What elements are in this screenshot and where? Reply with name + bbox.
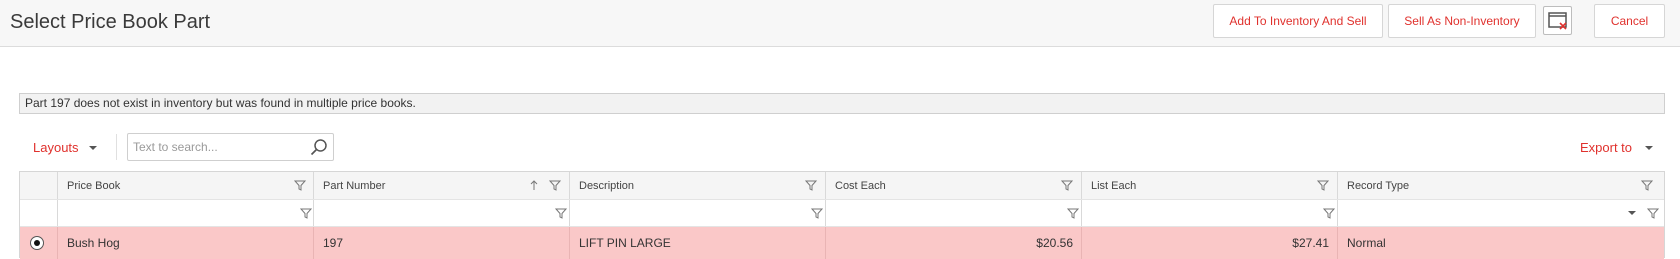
grid-header-row: Price Book Part Number Description Cost … [20,172,1664,200]
cancel-button[interactable]: Cancel [1594,4,1665,38]
cell-cost-each: $20.56 [826,227,1082,259]
column-header-list-each[interactable]: List Each [1082,172,1338,199]
price-book-value: Bush Hog [67,236,120,250]
filter-cell-cost-each[interactable] [826,200,1082,226]
table-row[interactable]: Bush Hog 197 LIFT PIN LARGE $20.56 $27.4… [20,227,1664,259]
page-title: Select Price Book Part [10,11,211,33]
filter-icon[interactable] [300,208,312,219]
export-dropdown[interactable]: Export to [1580,140,1632,155]
toolbar-divider [116,134,117,160]
window-close-icon [1548,12,1567,30]
cell-record-type: Normal [1338,227,1664,259]
filter-icon[interactable] [1647,208,1659,219]
filter-cell-select [20,200,58,226]
filter-icon[interactable] [805,180,817,191]
row-select-cell[interactable] [20,227,58,259]
column-header-label: Cost Each [835,180,886,192]
export-chevron-down-icon[interactable] [1645,146,1653,150]
column-header-label: Part Number [323,180,386,192]
search-box [127,133,334,161]
column-header-record-type[interactable]: Record Type [1338,172,1664,199]
close-window-button[interactable] [1543,6,1572,35]
chevron-down-icon[interactable] [1628,211,1636,215]
cell-price-book: Bush Hog [58,227,314,259]
list-each-value: $27.41 [1292,236,1329,250]
column-header-label: Description [579,180,635,192]
cost-each-value: $20.56 [1036,236,1073,250]
filter-icon[interactable] [1317,180,1329,191]
filter-icon[interactable] [549,180,561,191]
filter-cell-list-each[interactable] [1082,200,1338,226]
column-header-label: Record Type [1347,180,1410,192]
filter-cell-record-type[interactable] [1338,200,1664,226]
column-header-part-number[interactable]: Part Number [314,172,570,199]
filter-cell-price-book[interactable] [58,200,314,226]
column-header-cost-each[interactable]: Cost Each [826,172,1082,199]
header-bar: Select Price Book Part Add To Inventory … [0,0,1680,47]
column-header-label: Price Book [67,180,121,192]
sell-as-non-inventory-button[interactable]: Sell As Non-Inventory [1388,4,1536,38]
part-number-value: 197 [323,236,344,250]
price-book-grid: Price Book Part Number Description Cost … [19,171,1665,259]
add-to-inventory-and-sell-button[interactable]: Add To Inventory And Sell [1213,4,1383,38]
filter-icon[interactable] [1067,208,1079,219]
select-column-header [20,172,58,199]
info-message: Part 197 does not exist in inventory but… [19,93,1665,114]
filter-icon[interactable] [555,208,567,219]
column-header-label: List Each [1091,180,1137,192]
filter-icon[interactable] [1323,208,1335,219]
radio-selected-dot [34,240,40,246]
layouts-chevron-down-icon[interactable] [89,146,97,150]
sort-up-icon [530,180,538,190]
filter-cell-part-number[interactable] [314,200,570,226]
description-value: LIFT PIN LARGE [579,236,671,250]
filter-icon[interactable] [1061,180,1073,191]
column-header-description[interactable]: Description [570,172,826,199]
filter-icon[interactable] [1641,180,1653,191]
cell-part-number: 197 [314,227,570,259]
cell-list-each: $27.41 [1082,227,1338,259]
filter-icon[interactable] [811,208,823,219]
filter-cell-description[interactable] [570,200,826,226]
column-header-price-book[interactable]: Price Book [58,172,314,199]
grid-filter-row [20,200,1664,227]
search-icon[interactable] [310,138,328,156]
record-type-value: Normal [1347,236,1386,250]
filter-icon[interactable] [294,180,306,191]
layouts-dropdown[interactable]: Layouts [33,140,79,155]
cell-description: LIFT PIN LARGE [570,227,826,259]
row-select-radio[interactable] [30,236,44,250]
search-input[interactable] [133,138,303,156]
